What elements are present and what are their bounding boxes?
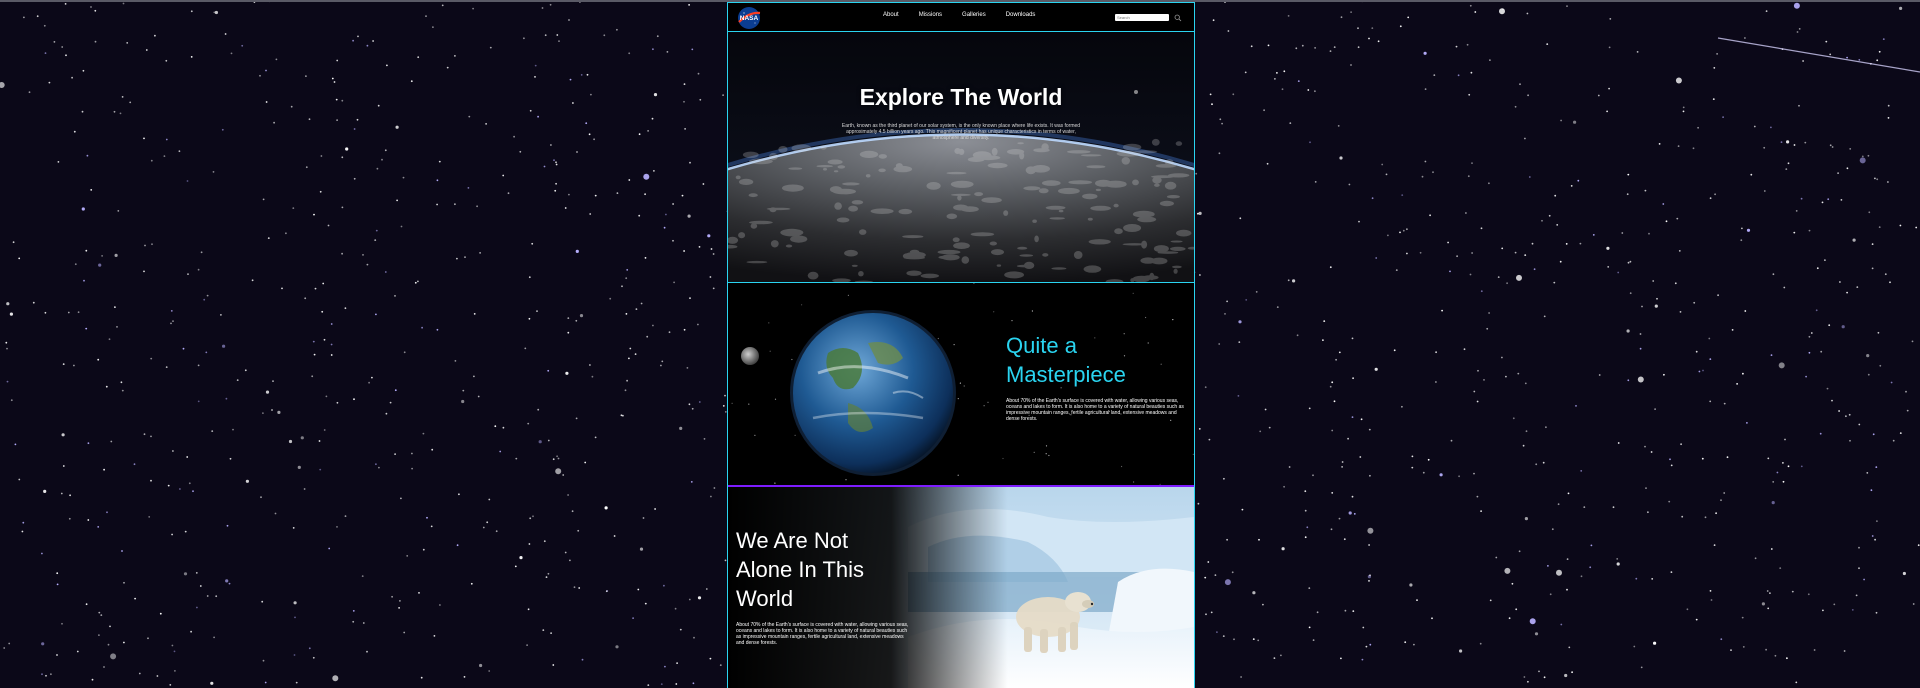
hero-title: Explore The World xyxy=(859,84,1063,110)
masterpiece-section: Quite a Masterpiece About 70% of the Ear… xyxy=(728,283,1194,487)
nav-link-downloads[interactable]: Downloads xyxy=(1006,12,1036,18)
nav-links: About Missions Galleries Downloads xyxy=(883,12,1035,18)
nasa-logo[interactable]: NASA xyxy=(735,6,763,30)
not-alone-title-line3: World xyxy=(736,586,794,611)
nav-link-about[interactable]: About xyxy=(883,12,899,18)
not-alone-description: About 70% of the Earth's surface is cove… xyxy=(736,622,909,646)
not-alone-section: We Are Not Alone In This World About 70%… xyxy=(728,487,1194,688)
nasa-logo-text: NASA xyxy=(740,15,759,22)
masterpiece-description: About 70% of the Earth's surface is cove… xyxy=(1006,398,1184,422)
hero-description: Earth, known as the third planet of our … xyxy=(841,123,1081,141)
masterpiece-title-line1: Quite a xyxy=(1006,333,1077,358)
hero-section: Explore The World Earth, known as the th… xyxy=(728,32,1194,283)
masterpiece-title: Quite a Masterpiece xyxy=(1006,331,1186,389)
nav-link-galleries[interactable]: Galleries xyxy=(962,12,986,18)
search-icon[interactable] xyxy=(1174,14,1182,22)
not-alone-title-line1: We Are Not xyxy=(736,528,849,553)
nav-bar: NASA About Missions Galleries Downloads xyxy=(728,2,1194,32)
page-container: NASA About Missions Galleries Downloads xyxy=(727,2,1195,688)
not-alone-title: We Are Not Alone In This World xyxy=(736,526,936,613)
masterpiece-title-line2: Masterpiece xyxy=(1006,362,1126,387)
search-input[interactable] xyxy=(1115,14,1169,21)
nav-link-missions[interactable]: Missions xyxy=(919,12,942,18)
not-alone-title-line2: Alone In This xyxy=(736,557,865,582)
earth-horizon-image xyxy=(728,32,1194,282)
